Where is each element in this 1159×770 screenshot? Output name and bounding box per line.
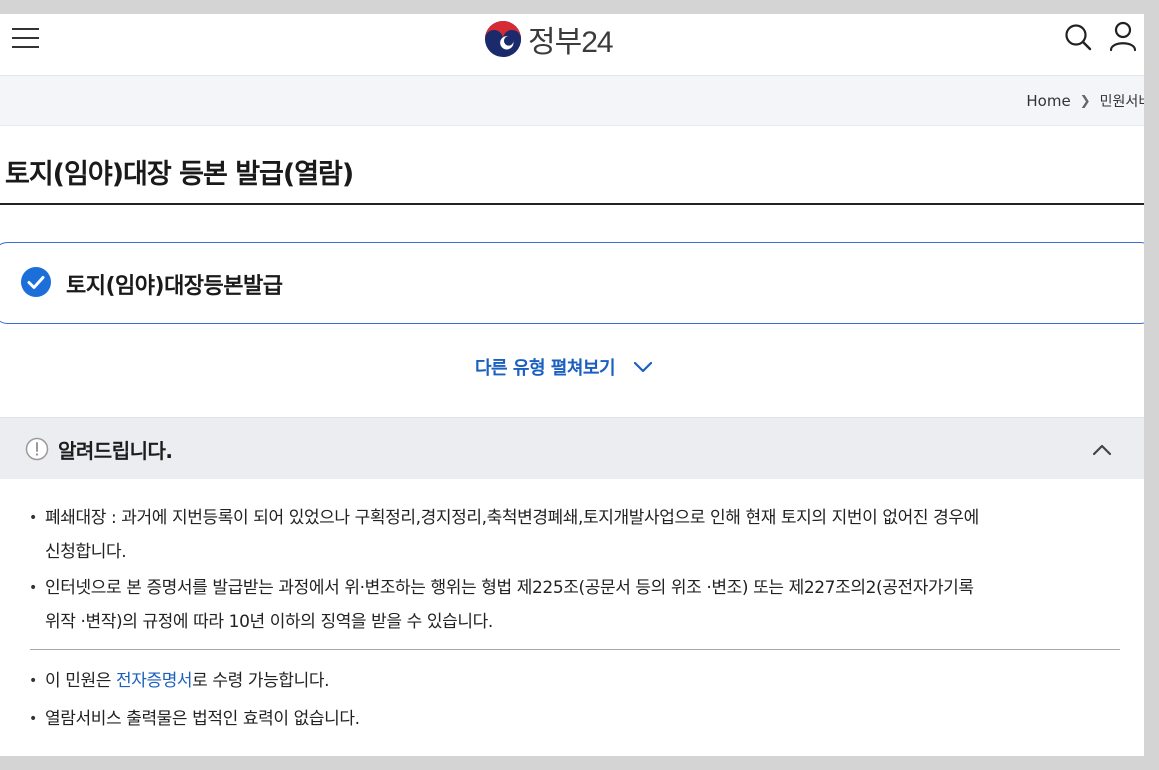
option-label: 토지(임야)대장등본발급: [66, 274, 283, 299]
chevron-up-icon[interactable]: [1092, 444, 1112, 456]
window-top-edge: [0, 0, 1144, 14]
window-bottom-edge: [0, 756, 1144, 770]
logo-text: 정부24: [528, 26, 614, 59]
page-title: 토지(임야)대장 등본 발급(열람): [5, 159, 354, 190]
notice-title: 알려드립니다.: [58, 439, 173, 463]
breadcrumb: Home ❯ 민원서비스: [1026, 91, 1144, 111]
notice-text: 위작 ·변작)의 규정에 따라 10년 이하의 징역을 받을 수 있습니다.: [45, 612, 493, 632]
expand-label: 다른 유형 펼쳐보기: [475, 358, 616, 379]
bullet: •: [29, 673, 37, 689]
bullet: •: [29, 510, 37, 526]
notice-item: • 이 민원은 전자증명서로 수령 가능합니다.: [29, 664, 1120, 698]
notice-item: • 열람서비스 출력물은 법적인 효력이 없습니다.: [29, 702, 1120, 736]
electronic-certificate-link[interactable]: 전자증명서: [116, 671, 193, 691]
site-header: 정부24: [0, 14, 1144, 76]
selected-option-card[interactable]: 토지(임야)대장등본발급: [0, 242, 1144, 324]
notice-text: 로 수령 가능합니다.: [192, 671, 330, 691]
breadcrumb-current[interactable]: 민원서비스: [1100, 91, 1144, 111]
bullet: •: [29, 711, 37, 727]
bullet: •: [29, 580, 37, 596]
notice-item: • 폐쇄대장 : 과거에 지번등록이 되어 있었으나 구획정리,경지정리,축척변…: [29, 501, 1120, 569]
exclamation-circle-icon: [25, 437, 49, 461]
notice-accordion-header[interactable]: 알려드립니다.: [0, 417, 1144, 480]
page: 정부24 Home ❯ 민원서비스 토지(임야)대장 등본 발급(열람) 토지(…: [0, 14, 1144, 756]
notice-text: 열람서비스 출력물은 법적인 효력이 없습니다.: [45, 709, 360, 729]
notice-text: 신청합니다.: [45, 542, 127, 562]
scrollbar-track[interactable]: [1144, 0, 1159, 770]
breadcrumb-bar: Home ❯ 민원서비스: [0, 76, 1144, 126]
notice-body: • 폐쇄대장 : 과거에 지번등록이 되어 있었으나 구획정리,경지정리,축척변…: [0, 479, 1144, 756]
site-logo[interactable]: 정부24: [484, 20, 614, 59]
user-icon[interactable]: [1108, 20, 1138, 52]
menu-icon[interactable]: [12, 26, 39, 50]
taegeuk-logo-icon: [484, 20, 522, 58]
expand-other-types-button[interactable]: 다른 유형 펼쳐보기: [475, 354, 653, 380]
title-divider: [0, 203, 1144, 205]
breadcrumb-home[interactable]: Home: [1026, 92, 1070, 110]
search-icon[interactable]: [1063, 22, 1093, 52]
chevron-right-icon: ❯: [1079, 93, 1091, 109]
notice-text: 이 민원은: [45, 671, 116, 691]
check-circle-icon: [21, 267, 51, 297]
notice-text: 폐쇄대장 : 과거에 지번등록이 되어 있었으나 구획정리,경지정리,축척변경폐…: [45, 508, 979, 528]
notice-divider: [30, 649, 1120, 650]
notice-text: 인터넷으로 본 증명서를 발급받는 과정에서 위·변조하는 행위는 형법 제22…: [45, 578, 974, 598]
chevron-down-icon: [633, 361, 653, 373]
notice-item: • 인터넷으로 본 증명서를 발급받는 과정에서 위·변조하는 행위는 형법 제…: [29, 571, 1120, 639]
